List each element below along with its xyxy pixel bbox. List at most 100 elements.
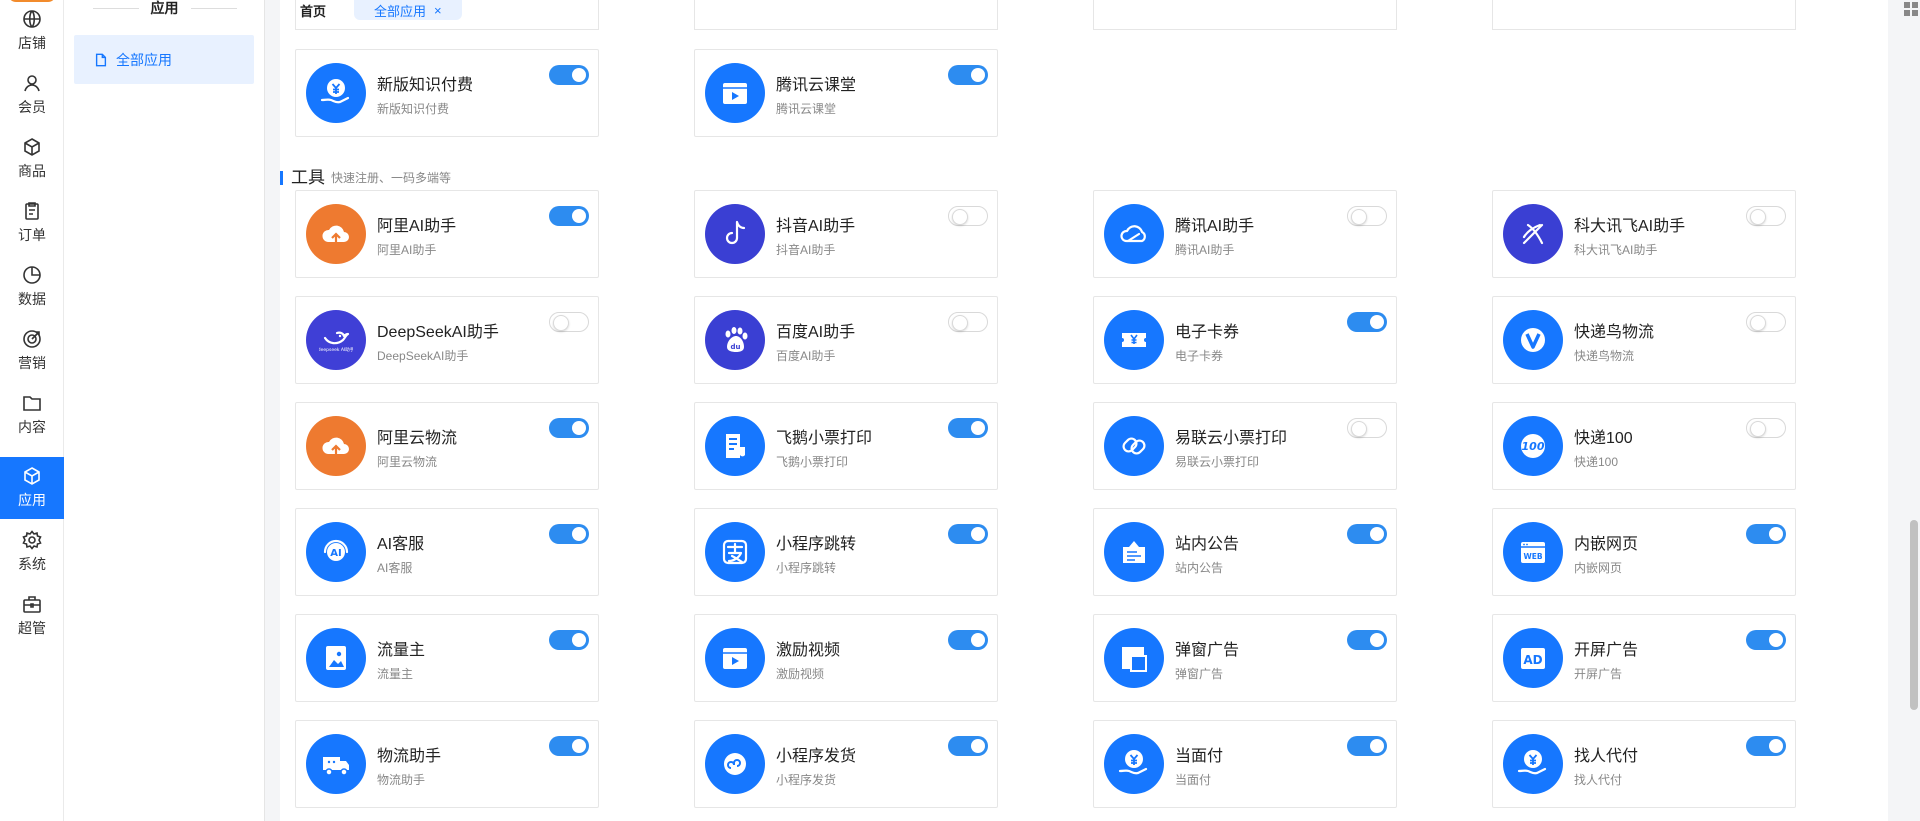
app-enable-toggle[interactable] bbox=[549, 630, 589, 650]
web-icon: WEB bbox=[1503, 522, 1563, 582]
sub-menu-item-all-apps[interactable]: 全部应用 bbox=[74, 35, 254, 84]
app-description: 小程序发货 bbox=[776, 773, 837, 787]
app-enable-toggle[interactable] bbox=[948, 630, 988, 650]
svg-text:deepseek AI助手: deepseek AI助手 bbox=[319, 346, 353, 353]
app-card[interactable]: 找人代付 找人代付 bbox=[1492, 720, 1796, 808]
app-card[interactable]: 电子卡券 电子卡券 bbox=[1093, 296, 1397, 384]
app-name: 内嵌网页 bbox=[1574, 536, 1639, 553]
app-description: 当面付 bbox=[1175, 773, 1212, 787]
app-enable-toggle[interactable] bbox=[948, 418, 988, 438]
app-enable-toggle[interactable] bbox=[1347, 524, 1387, 544]
app-name: 快递100 bbox=[1574, 430, 1633, 447]
app-enable-toggle[interactable] bbox=[1746, 418, 1786, 438]
app-card[interactable]: 流量主 流量主 bbox=[295, 614, 599, 702]
app-enable-toggle[interactable] bbox=[1347, 206, 1387, 226]
card-partial bbox=[694, 0, 998, 30]
app-enable-toggle[interactable] bbox=[1746, 312, 1786, 332]
app-enable-toggle[interactable] bbox=[549, 206, 589, 226]
app-card[interactable]: deepseek AI助手 DeepSeekAI助手 DeepSeekAI助手 bbox=[295, 296, 599, 384]
app-card[interactable]: 阿里云物流 阿里云物流 bbox=[295, 402, 599, 490]
link-icon bbox=[1104, 416, 1164, 476]
content-icon bbox=[23, 396, 41, 411]
app-enable-toggle[interactable] bbox=[1746, 630, 1786, 650]
app-card[interactable]: 腾讯AI助手 腾讯AI助手 bbox=[1093, 190, 1397, 278]
app-description: 流量主 bbox=[377, 667, 414, 681]
app-enable-toggle[interactable] bbox=[1347, 312, 1387, 332]
app-name: 电子卡券 bbox=[1175, 324, 1240, 341]
nav-item-order[interactable]: 订单 bbox=[0, 192, 64, 254]
scrollbar-thumb[interactable] bbox=[1910, 520, 1918, 710]
card-partial bbox=[295, 0, 599, 30]
app-card[interactable]: 快递鸟物流 快递鸟物流 bbox=[1492, 296, 1796, 384]
app-description: 新版知识付费 bbox=[377, 102, 450, 116]
app-description: 百度AI助手 bbox=[776, 349, 836, 363]
app-description: DeepSeekAI助手 bbox=[377, 349, 469, 363]
app-enable-toggle[interactable] bbox=[948, 206, 988, 226]
nav-item-goods[interactable]: 商品 bbox=[0, 128, 64, 190]
app-enable-toggle[interactable] bbox=[1347, 630, 1387, 650]
app-card[interactable]: 腾讯云课堂 腾讯云课堂 bbox=[694, 49, 998, 137]
app-enable-toggle[interactable] bbox=[549, 312, 589, 332]
app-card[interactable]: 易联云小票打印 易联云小票打印 bbox=[1093, 402, 1397, 490]
app-card[interactable]: 当面付 当面付 bbox=[1093, 720, 1397, 808]
app-card[interactable]: 飞鹅小票打印 飞鹅小票打印 bbox=[694, 402, 998, 490]
app-card[interactable]: AI AI客服 AI客服 bbox=[295, 508, 599, 596]
yuan-hand-icon bbox=[1503, 734, 1563, 794]
app-enable-toggle[interactable] bbox=[948, 736, 988, 756]
svg-text:100: 100 bbox=[1522, 440, 1545, 453]
app-card[interactable]: du 百度AI助手 百度AI助手 bbox=[694, 296, 998, 384]
app-enable-toggle[interactable] bbox=[549, 736, 589, 756]
app-enable-toggle[interactable] bbox=[948, 65, 988, 85]
app-card[interactable]: 新版知识付费 新版知识付费 bbox=[295, 49, 599, 137]
nav-item-marketing[interactable]: 营销 bbox=[0, 320, 64, 382]
app-enable-toggle[interactable] bbox=[1746, 736, 1786, 756]
app-card[interactable]: 站内公告 站内公告 bbox=[1093, 508, 1397, 596]
app-card[interactable]: 阿里AI助手 阿里AI助手 bbox=[295, 190, 599, 278]
app-card[interactable]: 小程序跳转 小程序跳转 bbox=[694, 508, 998, 596]
nav-item-admin[interactable]: 超管 bbox=[0, 585, 64, 647]
app-enable-toggle[interactable] bbox=[1746, 206, 1786, 226]
app-name: 小程序跳转 bbox=[776, 536, 857, 553]
nav-item-label: 数据 bbox=[18, 291, 46, 307]
sub-menu-header: 应用 bbox=[64, 0, 265, 16]
divider bbox=[92, 7, 139, 9]
nav-item-member[interactable]: 会员 bbox=[0, 64, 64, 126]
app-card[interactable]: WEB 内嵌网页 内嵌网页 bbox=[1492, 508, 1796, 596]
app-name: 物流助手 bbox=[377, 748, 442, 765]
nav-item-label: 内容 bbox=[18, 419, 46, 435]
app-enable-toggle[interactable] bbox=[1746, 524, 1786, 544]
nav-item-data[interactable]: 数据 bbox=[0, 256, 64, 318]
app-enable-toggle[interactable] bbox=[549, 418, 589, 438]
nav-item-app[interactable]: 应用 bbox=[0, 457, 64, 519]
section-title: 工具 bbox=[291, 168, 325, 187]
app-card[interactable]: 激励视频 激励视频 bbox=[694, 614, 998, 702]
app-enable-toggle[interactable] bbox=[1347, 418, 1387, 438]
app-card[interactable]: 小程序发货 小程序发货 bbox=[694, 720, 998, 808]
app-card[interactable]: 抖音AI助手 抖音AI助手 bbox=[694, 190, 998, 278]
app-description: AI客服 bbox=[377, 561, 413, 575]
app-description: 内嵌网页 bbox=[1574, 561, 1623, 575]
app-enable-toggle[interactable] bbox=[1347, 736, 1387, 756]
truck-icon bbox=[306, 734, 366, 794]
app-name: 腾讯AI助手 bbox=[1175, 218, 1255, 235]
divider bbox=[190, 7, 237, 9]
nav-item-content[interactable]: 内容 bbox=[0, 384, 64, 446]
app-description: 找人代付 bbox=[1574, 773, 1623, 787]
nav-item-label: 商品 bbox=[18, 163, 46, 179]
nav-item-store[interactable]: 店铺 bbox=[0, 0, 64, 62]
app-enable-toggle[interactable] bbox=[549, 524, 589, 544]
app-card[interactable]: 100 快递100 快递100 bbox=[1492, 402, 1796, 490]
data-icon bbox=[23, 266, 41, 284]
app-card[interactable]: 科大讯飞AI助手 科大讯飞AI助手 bbox=[1492, 190, 1796, 278]
app-card[interactable]: 弹窗广告 弹窗广告 bbox=[1093, 614, 1397, 702]
app-enable-toggle[interactable] bbox=[948, 312, 988, 332]
app-card[interactable]: 物流助手 物流助手 bbox=[295, 720, 599, 808]
app-enable-toggle[interactable] bbox=[948, 524, 988, 544]
app-card[interactable]: AD 开屏广告 开屏广告 bbox=[1492, 614, 1796, 702]
app-enable-toggle[interactable] bbox=[549, 65, 589, 85]
app-name: 当面付 bbox=[1175, 748, 1224, 765]
app-name: 腾讯云课堂 bbox=[776, 77, 857, 94]
scrollbar[interactable] bbox=[1908, 0, 1920, 821]
nav-item-system[interactable]: 系统 bbox=[0, 521, 64, 583]
app-name: 阿里云物流 bbox=[377, 430, 458, 447]
